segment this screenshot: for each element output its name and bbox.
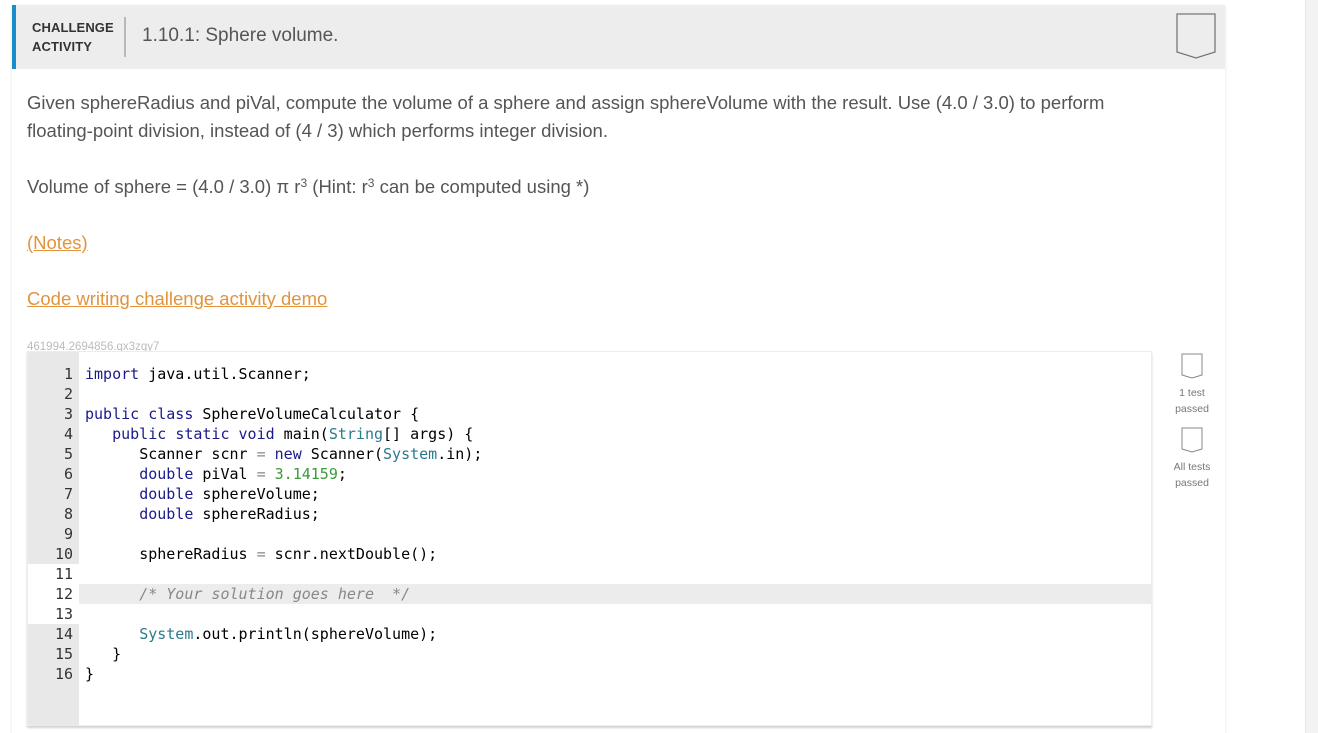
code-line[interactable]: 9 [28, 524, 1151, 544]
code-editor[interactable]: 1 import java.util.Scanner; 2 3 public cla… [27, 351, 1152, 726]
test-badge-icon [1181, 427, 1203, 453]
activity-type-line2: ACTIVITY [32, 39, 93, 54]
activity-title: 1.10.1: Sphere volume. [142, 25, 339, 46]
code-line[interactable]: 2 [28, 384, 1151, 404]
code-line[interactable]: 16} [28, 664, 1151, 684]
activity-type-label: CHALLENGE ACTIVITY [32, 18, 114, 56]
test-badge-icon [1181, 353, 1203, 379]
code-line-editable-active[interactable]: 12 /* Your solution goes here */ [55, 584, 1151, 604]
code-line[interactable]: 8 double sphereRadius; [28, 504, 1151, 524]
solution-placeholder-comment[interactable]: /* Your solution goes here */ [139, 585, 410, 603]
header-divider [124, 17, 126, 57]
notes-link[interactable]: (Notes) [27, 229, 88, 257]
code-line[interactable]: 15 } [28, 644, 1151, 664]
page-scrollbar[interactable] [1305, 0, 1318, 733]
code-line-editable[interactable]: 11 [28, 564, 1151, 584]
code-line[interactable]: 3 public class SphereVolumeCalculator { [28, 404, 1151, 424]
code-line[interactable]: 14 System.out.println(sphereVolume); [28, 624, 1151, 644]
formula-text: Volume of sphere = (4.0 / 3.0) π r3 (Hin… [27, 176, 590, 197]
code-line[interactable]: 6 double piVal = 3.14159; [28, 464, 1151, 484]
test-result-all-passed: All tests passed [1160, 427, 1224, 491]
code-lines[interactable]: 1 import java.util.Scanner; 2 3 public cla… [28, 364, 1151, 684]
challenge-activity-card: CHALLENGE ACTIVITY 1.10.1: Sphere volume… [12, 5, 1225, 733]
code-line[interactable]: 1 import java.util.Scanner; [28, 364, 1151, 384]
instructions-text: Given sphereRadius and piVal, compute th… [27, 92, 1105, 141]
test-result-one-passed: 1 test passed [1160, 353, 1224, 417]
test-result-label: 1 test passed [1175, 387, 1209, 415]
completion-badge-icon [1176, 13, 1216, 59]
code-line[interactable]: 10 sphereRadius = scnr.nextDouble(); [28, 544, 1151, 564]
code-line[interactable]: 5 Scanner scnr = new Scanner(System.in); [28, 444, 1151, 464]
activity-type-line1: CHALLENGE [32, 20, 114, 35]
demo-link[interactable]: Code writing challenge activity demo [27, 285, 327, 313]
activity-header: CHALLENGE ACTIVITY 1.10.1: Sphere volume… [12, 5, 1225, 69]
code-line[interactable]: 4 public static void main(String[] args)… [28, 424, 1151, 444]
test-result-label: All tests passed [1173, 461, 1211, 489]
code-line-editable[interactable]: 13 [28, 604, 1151, 624]
code-line[interactable]: 7 double sphereVolume; [28, 484, 1151, 504]
